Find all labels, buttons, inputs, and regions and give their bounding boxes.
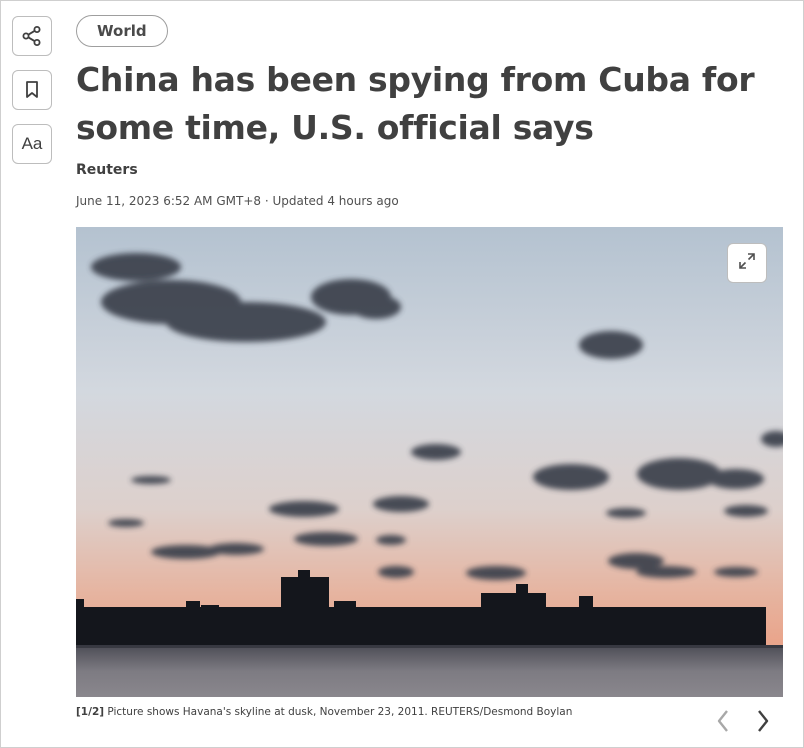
- next-photo-button[interactable]: [751, 709, 775, 737]
- share-icon: [21, 25, 43, 47]
- text-size-button[interactable]: Aa: [12, 124, 52, 164]
- share-button[interactable]: [12, 16, 52, 56]
- headline: China has been spying from Cuba for some…: [76, 60, 755, 147]
- photo-caption: [1/2] Picture shows Havana's skyline at …: [76, 706, 572, 718]
- article-photo[interactable]: [76, 227, 783, 697]
- section-tag[interactable]: World: [76, 15, 168, 47]
- chevron-right-icon: [756, 709, 770, 738]
- bookmark-icon: [25, 81, 39, 99]
- dateline: June 11, 2023 6:52 AM GMT+8 · Updated 4 …: [76, 194, 399, 208]
- previous-photo-button[interactable]: [711, 709, 735, 737]
- author[interactable]: Reuters: [76, 162, 138, 178]
- gallery-counter: [1/2]: [76, 706, 105, 718]
- caption-text: Picture shows Havana's skyline at dusk, …: [107, 706, 573, 718]
- expand-icon: [738, 252, 756, 275]
- bookmark-button[interactable]: [12, 70, 52, 110]
- chevron-left-icon: [716, 709, 730, 738]
- text-size-label: Aa: [21, 134, 43, 153]
- expand-button[interactable]: [727, 243, 767, 283]
